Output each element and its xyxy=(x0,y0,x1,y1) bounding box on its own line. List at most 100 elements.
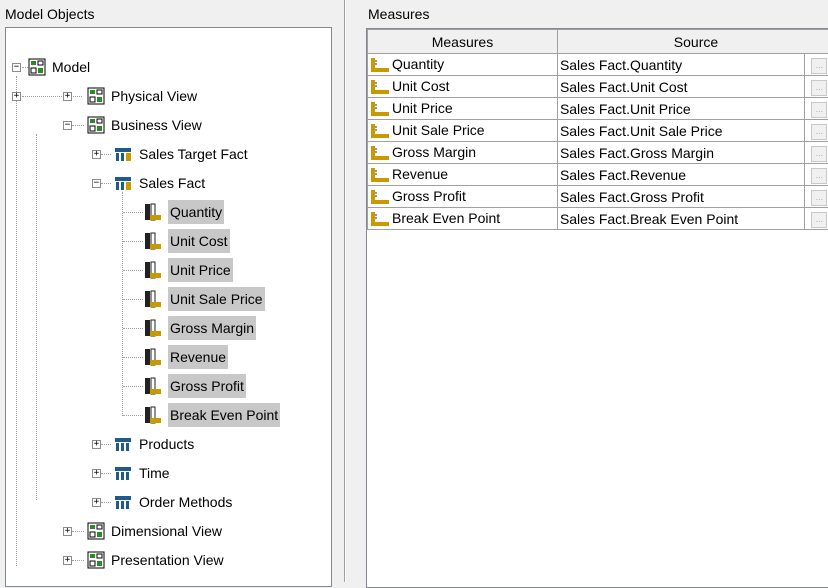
measures-grid[interactable]: Measures Source Quantity Sales Fact.Quant… xyxy=(366,28,828,588)
tree-node-gross-margin[interactable]: Gross Margin xyxy=(6,316,326,340)
tree-node-unit-sale-price[interactable]: Unit Sale Price xyxy=(6,287,326,311)
source-cell[interactable]: Sales Fact.Unit Price xyxy=(557,98,804,120)
table-row[interactable]: Unit CostSales Fact.Unit Cost... xyxy=(368,76,828,98)
source-cell[interactable]: Sales Fact.Break Even Point xyxy=(557,208,804,230)
expand-icon[interactable]: + xyxy=(63,556,72,565)
source-button-cell: ... xyxy=(805,54,828,76)
fact-table-icon xyxy=(114,145,132,163)
tree-node-sales-fact[interactable]: − Sales Fact xyxy=(6,171,326,195)
tree-node-break-even-point[interactable]: Break Even Point xyxy=(6,403,326,427)
measure-icon xyxy=(370,189,390,205)
measure-cell[interactable]: Revenue xyxy=(368,164,558,186)
measure-cell[interactable]: Unit Sale Price xyxy=(368,120,558,142)
expand-icon[interactable]: + xyxy=(63,92,72,101)
measure-cell[interactable]: Gross Profit xyxy=(368,186,558,208)
column-header-source[interactable]: Source xyxy=(557,30,828,54)
tree-node-label: Unit Price xyxy=(168,258,233,282)
collapse-icon[interactable]: − xyxy=(12,63,21,72)
model-objects-title: Model Objects xyxy=(5,6,94,22)
expand-icon[interactable]: + xyxy=(92,469,101,478)
tree-connector xyxy=(72,560,84,561)
table-row[interactable]: Gross ProfitSales Fact.Gross Profit... xyxy=(368,186,828,208)
ellipsis-button[interactable]: ... xyxy=(811,80,827,96)
model-objects-tree[interactable]: − Model + + Physical View − Business Vie… xyxy=(5,27,332,587)
measure-icon xyxy=(370,167,390,183)
ellipsis-button[interactable]: ... xyxy=(811,212,827,228)
tree-connector xyxy=(123,241,143,242)
tree-node-model[interactable]: − Model xyxy=(6,55,326,79)
table-row[interactable]: RevenueSales Fact.Revenue... xyxy=(368,164,828,186)
tree-node-label: Gross Profit xyxy=(168,374,246,398)
tree-node-unit-cost[interactable]: Unit Cost xyxy=(6,229,326,253)
expand-icon[interactable]: + xyxy=(12,92,21,101)
tree-node-business-view[interactable]: − Business View xyxy=(6,113,326,137)
tree-node-label: Revenue xyxy=(168,345,228,369)
source-button-cell: ... xyxy=(805,120,828,142)
source-cell[interactable]: Sales Fact.Gross Profit xyxy=(557,186,804,208)
measure-icon xyxy=(144,319,162,337)
expand-icon[interactable]: + xyxy=(63,527,72,536)
table-row[interactable]: Gross MarginSales Fact.Gross Margin... xyxy=(368,142,828,164)
namespace-icon xyxy=(87,116,105,134)
measure-icon xyxy=(144,406,162,424)
collapse-icon[interactable]: − xyxy=(63,121,72,130)
tree-node-label: Gross Margin xyxy=(168,316,256,340)
tree-connector xyxy=(101,473,111,474)
tree-connector xyxy=(72,531,84,532)
measure-icon xyxy=(144,232,162,250)
dimension-table-icon xyxy=(114,464,132,482)
measure-icon xyxy=(370,101,390,117)
ellipsis-button[interactable]: ... xyxy=(811,102,827,118)
ellipsis-button[interactable]: ... xyxy=(811,124,827,140)
tree-node-time[interactable]: + Time xyxy=(6,461,326,485)
collapse-icon[interactable]: − xyxy=(92,179,101,188)
tree-node-revenue[interactable]: Revenue xyxy=(6,345,326,369)
table-row[interactable]: Break Even PointSales Fact.Break Even Po… xyxy=(368,208,828,230)
tree-node-products[interactable]: + Products xyxy=(6,432,326,456)
source-cell[interactable]: Sales Fact.Revenue xyxy=(557,164,804,186)
tree-connector xyxy=(72,125,84,126)
source-expression: Sales Fact.Gross Profit xyxy=(560,189,704,205)
fact-table-icon xyxy=(114,174,132,192)
expand-icon[interactable]: + xyxy=(92,150,101,159)
tree-node-quantity[interactable]: Quantity xyxy=(6,200,326,224)
measure-cell[interactable]: Break Even Point xyxy=(368,208,558,230)
measure-cell[interactable]: Unit Cost xyxy=(368,76,558,98)
measure-cell[interactable]: Gross Margin xyxy=(368,142,558,164)
source-cell[interactable]: Sales Fact.Quantity xyxy=(557,54,804,76)
tree-node-gross-profit[interactable]: Gross Profit xyxy=(6,374,326,398)
ellipsis-button[interactable]: ... xyxy=(811,146,827,162)
tree-node-unit-price[interactable]: Unit Price xyxy=(6,258,326,282)
source-button-cell: ... xyxy=(805,186,828,208)
measure-cell[interactable]: Unit Price xyxy=(368,98,558,120)
tree-node-label: Presentation View xyxy=(109,548,226,572)
tree-connector xyxy=(123,386,143,387)
measure-cell[interactable]: Quantity xyxy=(368,54,558,76)
source-expression: Sales Fact.Break Even Point xyxy=(560,211,738,227)
source-cell[interactable]: Sales Fact.Unit Sale Price xyxy=(557,120,804,142)
measure-name: Quantity xyxy=(392,56,444,72)
ellipsis-button[interactable]: ... xyxy=(811,58,827,74)
ellipsis-button[interactable]: ... xyxy=(811,190,827,206)
measure-name: Unit Sale Price xyxy=(392,122,485,138)
ellipsis-button[interactable]: ... xyxy=(811,168,827,184)
source-expression: Sales Fact.Unit Cost xyxy=(560,79,688,95)
source-cell[interactable]: Sales Fact.Unit Cost xyxy=(557,76,804,98)
column-header-measures[interactable]: Measures xyxy=(368,30,558,54)
tree-node-label: Model xyxy=(50,55,92,79)
table-row[interactable]: Quantity Sales Fact.Quantity... xyxy=(368,54,828,76)
tree-node-dimensional-view[interactable]: + Dimensional View xyxy=(6,519,326,543)
measure-icon xyxy=(370,211,390,227)
tree-node-presentation-view[interactable]: + Presentation View xyxy=(6,548,326,572)
table-row[interactable]: Unit Sale Price Sales Fact.Unit Sale Pric… xyxy=(368,120,828,142)
tree-connector xyxy=(123,299,143,300)
table-row[interactable]: Unit PriceSales Fact.Unit Price... xyxy=(368,98,828,120)
tree-node-physical-view[interactable]: + + Physical View xyxy=(6,84,326,108)
tree-node-order-methods[interactable]: + Order Methods xyxy=(6,490,326,514)
tree-node-label: Unit Sale Price xyxy=(168,287,265,311)
tree-node-sales-target-fact[interactable]: + Sales Target Fact xyxy=(6,142,326,166)
expand-icon[interactable]: + xyxy=(92,498,101,507)
source-cell[interactable]: Sales Fact.Gross Margin xyxy=(557,142,804,164)
tree-connector xyxy=(123,357,143,358)
expand-icon[interactable]: + xyxy=(92,440,101,449)
